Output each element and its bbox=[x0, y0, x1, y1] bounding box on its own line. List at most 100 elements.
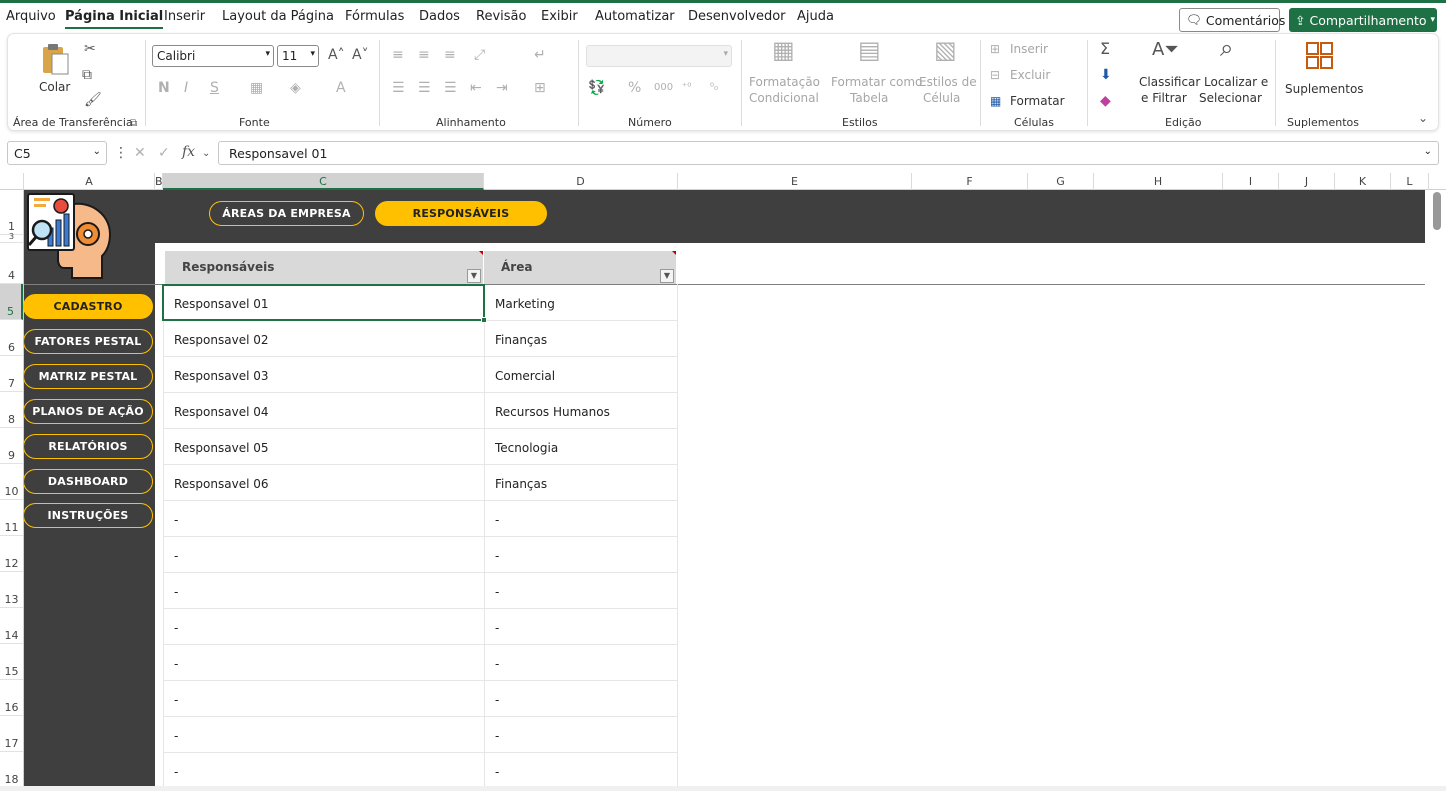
menu-layout[interactable]: Layout da Página bbox=[222, 9, 334, 24]
table-cell-area[interactable]: - bbox=[485, 717, 677, 753]
delete-cells-button[interactable]: ⊟ Excluir bbox=[990, 66, 1080, 84]
row-header[interactable]: 17 bbox=[0, 716, 23, 752]
copy-icon[interactable]: ⧉ bbox=[82, 67, 92, 83]
nav-planos-de-acao[interactable]: PLANOS DE AÇÃO bbox=[23, 399, 153, 424]
formula-input[interactable]: Responsavel 01 ⌄ bbox=[218, 141, 1439, 165]
table-cell-responsavel[interactable]: - bbox=[164, 501, 484, 537]
thousands-separator-icon[interactable]: 000 bbox=[654, 80, 673, 96]
table-cell-area[interactable]: Comercial bbox=[485, 357, 677, 393]
font-size-select[interactable]: 11 ▾ bbox=[277, 45, 319, 67]
more-options-icon[interactable]: ⋮ bbox=[114, 145, 128, 161]
increase-decimal-icon[interactable]: ⁺⁰ bbox=[682, 80, 691, 96]
menu-exibir[interactable]: Exibir bbox=[541, 9, 578, 24]
table-cell-area[interactable]: - bbox=[485, 537, 677, 573]
addins-button[interactable]: Suplementos bbox=[1284, 40, 1364, 110]
decrease-indent-icon[interactable]: ⇤ bbox=[470, 80, 482, 96]
menu-pagina-inicial[interactable]: Página Inicial bbox=[65, 9, 164, 29]
row-header[interactable]: 8 bbox=[0, 392, 23, 428]
check-icon[interactable]: ✓ bbox=[158, 145, 170, 161]
accounting-format-icon[interactable]: 💱 bbox=[588, 80, 605, 96]
bold-icon[interactable]: N bbox=[158, 80, 170, 96]
table-cell-area[interactable]: - bbox=[485, 753, 677, 789]
clear-icon[interactable]: ◆ bbox=[1100, 93, 1111, 109]
align-middle-icon[interactable]: ≡ bbox=[418, 47, 430, 63]
format-cells-button[interactable]: ▦ Formatar bbox=[990, 92, 1080, 110]
table-cell-responsavel[interactable]: Responsavel 03 bbox=[164, 357, 484, 393]
row-header[interactable]: 6 bbox=[0, 320, 23, 356]
autosum-icon[interactable]: Σ bbox=[1100, 41, 1110, 57]
menu-revisao[interactable]: Revisão bbox=[476, 9, 526, 24]
decrease-decimal-icon[interactable]: ⁰₀ bbox=[710, 80, 718, 96]
menu-dados[interactable]: Dados bbox=[419, 9, 460, 24]
row-header[interactable]: 3 bbox=[0, 233, 23, 243]
increase-font-icon[interactable]: A˄ bbox=[328, 47, 345, 63]
comments-button[interactable]: 🗨 Comentários bbox=[1179, 8, 1285, 32]
fill-handle[interactable] bbox=[481, 317, 487, 323]
table-cell-responsavel[interactable]: - bbox=[164, 645, 484, 681]
cut-icon[interactable]: ✂ bbox=[84, 41, 96, 57]
table-cell-responsavel[interactable]: Responsavel 02 bbox=[164, 321, 484, 357]
select-all-corner[interactable] bbox=[0, 173, 24, 190]
table-cell-responsavel[interactable]: - bbox=[164, 717, 484, 753]
row-header[interactable]: 18 bbox=[0, 752, 23, 788]
align-right-icon[interactable]: ☰ bbox=[444, 80, 457, 96]
align-top-icon[interactable]: ≡ bbox=[392, 47, 404, 63]
fill-icon[interactable]: ⬇ bbox=[1100, 67, 1112, 83]
table-cell-responsavel[interactable]: - bbox=[164, 681, 484, 717]
borders-icon[interactable]: ▦ bbox=[250, 80, 263, 96]
table-cell-area[interactable]: Finanças bbox=[485, 321, 677, 357]
column-header[interactable]: J bbox=[1279, 173, 1335, 190]
chevron-down-icon[interactable]: ⌄ bbox=[202, 146, 210, 162]
table-cell-area[interactable]: Recursos Humanos bbox=[485, 393, 677, 429]
dialog-launcher-icon[interactable]: ⧉ bbox=[130, 116, 137, 132]
row-header[interactable]: 7 bbox=[0, 356, 23, 392]
format-as-table-button[interactable]: ▤ Formatar como Tabela bbox=[828, 38, 922, 110]
table-cell-responsavel[interactable]: Responsavel 05 bbox=[164, 429, 484, 465]
table-cell-area[interactable]: - bbox=[485, 609, 677, 645]
row-header[interactable]: 5 bbox=[0, 284, 23, 320]
decrease-font-icon[interactable]: A˅ bbox=[352, 47, 369, 63]
table-cell-area[interactable]: Finanças bbox=[485, 465, 677, 501]
scroll-thumb[interactable] bbox=[1433, 192, 1441, 230]
cancel-icon[interactable]: ✕ bbox=[134, 145, 146, 161]
nav-instrucoes[interactable]: INSTRUÇÕES bbox=[23, 503, 153, 528]
column-header[interactable]: K bbox=[1335, 173, 1391, 190]
vertical-scrollbar[interactable] bbox=[1429, 190, 1446, 790]
align-left-icon[interactable]: ☰ bbox=[392, 80, 405, 96]
table-cell-area[interactable]: Tecnologia bbox=[485, 429, 677, 465]
table-cell-responsavel[interactable]: - bbox=[164, 537, 484, 573]
fill-color-icon[interactable]: ◈ bbox=[290, 80, 301, 96]
table-cell-responsavel[interactable]: Responsavel 04 bbox=[164, 393, 484, 429]
align-bottom-icon[interactable]: ≡ bbox=[444, 47, 456, 63]
filter-dropdown-icon[interactable]: ▼ bbox=[467, 269, 481, 283]
nav-relatorios[interactable]: RELATÓRIOS bbox=[23, 434, 153, 459]
table-cell-area[interactable]: - bbox=[485, 681, 677, 717]
row-header[interactable]: 12 bbox=[0, 536, 23, 572]
cell-styles-button[interactable]: ▧ Estilos de Célula bbox=[918, 38, 977, 110]
sort-filter-button[interactable]: A⏷ Classificar e Filtrar bbox=[1138, 40, 1200, 110]
italic-icon[interactable]: I bbox=[184, 80, 188, 96]
nav-fatores-pestal[interactable]: FATORES PESTAL bbox=[23, 329, 153, 354]
share-button[interactable]: ⇪ Compartilhamento ▾ bbox=[1289, 8, 1437, 32]
insert-function-icon[interactable]: fx bbox=[182, 144, 195, 160]
font-name-select[interactable]: Calibri ▾ bbox=[152, 45, 274, 67]
column-header[interactable]: G bbox=[1028, 173, 1094, 190]
row-header[interactable]: 4 bbox=[0, 243, 23, 284]
table-cell-area[interactable]: - bbox=[485, 645, 677, 681]
menu-inserir[interactable]: Inserir bbox=[164, 9, 205, 24]
column-header[interactable]: E bbox=[678, 173, 912, 190]
column-header[interactable]: I bbox=[1223, 173, 1279, 190]
menu-automatizar[interactable]: Automatizar bbox=[595, 9, 675, 24]
column-header[interactable]: B bbox=[155, 173, 163, 190]
filter-dropdown-icon[interactable]: ▼ bbox=[660, 269, 674, 283]
row-header[interactable]: 13 bbox=[0, 572, 23, 608]
merge-center-icon[interactable]: ⊞ bbox=[534, 80, 546, 96]
tab-areas-empresa[interactable]: ÁREAS DA EMPRESA bbox=[209, 201, 364, 226]
row-header[interactable]: 15 bbox=[0, 644, 23, 680]
table-cell-responsavel[interactable]: - bbox=[164, 573, 484, 609]
menu-arquivo[interactable]: Arquivo bbox=[6, 9, 56, 24]
align-center-icon[interactable]: ☰ bbox=[418, 80, 431, 96]
underline-icon[interactable]: S bbox=[210, 80, 219, 96]
column-header[interactable]: F bbox=[912, 173, 1028, 190]
menu-ajuda[interactable]: Ajuda bbox=[797, 9, 834, 24]
